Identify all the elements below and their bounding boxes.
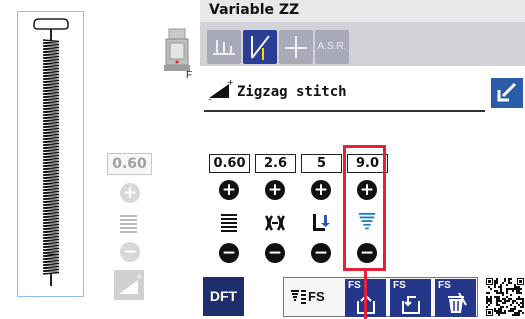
stitch-underline	[204, 110, 485, 112]
preview-density-icon	[120, 215, 137, 233]
fs-delete-button[interactable]: FS	[435, 279, 476, 317]
svg-text:+: +	[227, 78, 234, 87]
svg-text:+: +	[136, 272, 143, 281]
cross-icon	[285, 36, 307, 58]
minus-button-spacing[interactable]: −	[265, 243, 285, 263]
preview-minus-icon: −	[120, 242, 140, 262]
value-box-width: 0.60	[209, 154, 250, 173]
minus-button-position[interactable]: −	[311, 243, 331, 263]
fs-label: FS	[393, 280, 406, 291]
value-box-spacing: 2.6	[255, 154, 296, 173]
straight-stitch-tab[interactable]	[207, 30, 241, 64]
stitch-spacing-icon	[264, 215, 286, 231]
asr-tab[interactable]: A.S.R.	[315, 30, 349, 64]
zigzag-icon	[251, 35, 270, 60]
default-button[interactable]: DFT	[203, 277, 244, 316]
mirror-button[interactable]	[491, 78, 523, 108]
preview-plus-icon: +	[120, 183, 140, 203]
straight-stitch-icon	[213, 40, 235, 55]
trash-icon	[448, 292, 467, 313]
window-title: Variable ZZ	[209, 2, 300, 18]
plus-button-position[interactable]: +	[311, 180, 331, 200]
return-icon	[402, 296, 420, 314]
presser-foot-icon	[161, 27, 195, 75]
fs-density-icon[interactable]	[291, 290, 307, 304]
fs-return-button[interactable]: FS	[390, 279, 431, 317]
preview-width-value: 0.60	[107, 153, 152, 175]
foot-letter: F	[186, 70, 193, 81]
asr-tab-label: A.S.R.	[317, 41, 347, 52]
stitch-density-icon	[221, 214, 237, 232]
stitch-taper-icon[interactable]: +	[114, 270, 144, 300]
indicator-line	[364, 271, 367, 319]
fs-label: FS	[348, 280, 361, 291]
svg-text:–: –	[208, 95, 212, 102]
highlight-box	[343, 145, 386, 271]
minus-button-width[interactable]: −	[219, 243, 239, 263]
qr-code	[485, 277, 525, 317]
needle-position-icon	[313, 214, 330, 231]
fs-label: FS	[438, 280, 451, 291]
plus-button-width[interactable]: +	[219, 180, 239, 200]
mirror-icon	[497, 82, 517, 102]
stitch-width-icon: + –	[208, 78, 234, 102]
plus-button-spacing[interactable]: +	[265, 180, 285, 200]
stitch-name: Zigzag stitch	[237, 84, 347, 100]
fs-toggle-label[interactable]: FS	[308, 289, 325, 304]
value-box-position: 5	[301, 154, 342, 173]
zigzag-tab[interactable]	[243, 30, 277, 64]
stitch-preview	[17, 11, 84, 297]
cross-tab[interactable]	[279, 30, 313, 64]
